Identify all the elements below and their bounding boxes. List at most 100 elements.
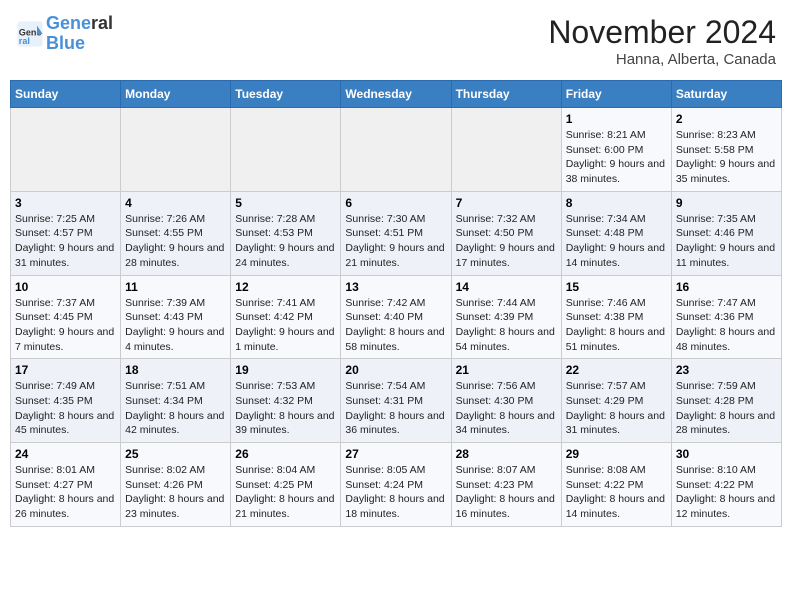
weekday-header: Wednesday [341, 81, 451, 108]
day-info: Sunrise: 7:32 AMSunset: 4:50 PMDaylight:… [456, 212, 557, 271]
calendar-day-cell: 11 Sunrise: 7:39 AMSunset: 4:43 PMDayligh… [121, 275, 231, 359]
weekday-header: Sunday [11, 81, 121, 108]
calendar-day-cell: 6Sunrise: 7:30 AMSunset: 4:51 PMDaylight… [341, 191, 451, 275]
day-number: 10 [15, 280, 116, 294]
calendar-day-cell: 29 Sunrise: 8:08 AMSunset: 4:22 PMDayligh… [561, 443, 671, 527]
calendar-day-cell: 15Sunrise: 7:46 AMSunset: 4:38 PMDayligh… [561, 275, 671, 359]
day-info: Sunrise: 7:51 AMSunset: 4:34 PMDaylight:… [125, 379, 226, 438]
logo: Gene ral GeneralBlue [16, 14, 113, 54]
location-title: Hanna, Alberta, Canada [548, 51, 776, 68]
day-info: Sunrise: 7:35 AMSunset: 4:46 PMDaylight:… [676, 212, 777, 271]
day-number: 9 [676, 196, 777, 210]
day-number: 12 [235, 280, 336, 294]
day-number: 2 [676, 112, 777, 126]
calendar-day-cell: 16Sunrise: 7:47 AMSunset: 4:36 PMDayligh… [671, 275, 781, 359]
day-info: Sunrise: 7:56 AMSunset: 4:30 PMDaylight:… [456, 379, 557, 438]
calendar-day-cell: 27 Sunrise: 8:05 AMSunset: 4:24 PMDayligh… [341, 443, 451, 527]
weekday-header: Monday [121, 81, 231, 108]
day-info: Sunrise: 7:49 AMSunset: 4:35 PMDaylight:… [15, 379, 116, 438]
day-number: 8 [566, 196, 667, 210]
weekday-header: Saturday [671, 81, 781, 108]
logo-text: GeneralBlue [46, 14, 113, 54]
calendar-week-row: 10 Sunrise: 7:37 AMSunset: 4:45 PMDayligh… [11, 275, 782, 359]
calendar-day-cell: 9 Sunrise: 7:35 AMSunset: 4:46 PMDaylight… [671, 191, 781, 275]
day-info: Sunrise: 8:21 AMSunset: 6:00 PMDaylight:… [566, 128, 667, 187]
day-number: 25 [125, 447, 226, 461]
day-number: 7 [456, 196, 557, 210]
calendar-day-cell: 18Sunrise: 7:51 AMSunset: 4:34 PMDayligh… [121, 359, 231, 443]
day-info: Sunrise: 8:04 AMSunset: 4:25 PMDaylight:… [235, 463, 336, 522]
day-info: Sunrise: 7:57 AMSunset: 4:29 PMDaylight:… [566, 379, 667, 438]
calendar-day-cell: 25 Sunrise: 8:02 AMSunset: 4:26 PMDayligh… [121, 443, 231, 527]
day-number: 28 [456, 447, 557, 461]
calendar-day-cell: 10 Sunrise: 7:37 AMSunset: 4:45 PMDayligh… [11, 275, 121, 359]
day-number: 4 [125, 196, 226, 210]
calendar-day-cell: 30 Sunrise: 8:10 AMSunset: 4:22 PMDayligh… [671, 443, 781, 527]
calendar-day-cell [11, 108, 121, 192]
weekday-header-row: SundayMondayTuesdayWednesdayThursdayFrid… [11, 81, 782, 108]
weekday-header: Thursday [451, 81, 561, 108]
calendar-day-cell [341, 108, 451, 192]
calendar-day-cell: 12 Sunrise: 7:41 AMSunset: 4:42 PMDayligh… [231, 275, 341, 359]
calendar-day-cell: 24 Sunrise: 8:01 AMSunset: 4:27 PMDayligh… [11, 443, 121, 527]
calendar-day-cell: 21 Sunrise: 7:56 AMSunset: 4:30 PMDayligh… [451, 359, 561, 443]
calendar-day-cell: 14 Sunrise: 7:44 AMSunset: 4:39 PMDayligh… [451, 275, 561, 359]
day-info: Sunrise: 8:23 AMSunset: 5:58 PMDaylight:… [676, 128, 777, 187]
day-info: Sunrise: 8:02 AMSunset: 4:26 PMDaylight:… [125, 463, 226, 522]
day-number: 26 [235, 447, 336, 461]
day-number: 27 [345, 447, 446, 461]
day-number: 6 [345, 196, 446, 210]
title-block: November 2024 Hanna, Alberta, Canada [548, 14, 776, 68]
calendar-day-cell: 22 Sunrise: 7:57 AMSunset: 4:29 PMDayligh… [561, 359, 671, 443]
calendar-day-cell: 5 Sunrise: 7:28 AMSunset: 4:53 PMDaylight… [231, 191, 341, 275]
calendar-table: SundayMondayTuesdayWednesdayThursdayFrid… [10, 80, 782, 527]
day-info: Sunrise: 7:41 AMSunset: 4:42 PMDaylight:… [235, 296, 336, 355]
day-info: Sunrise: 7:44 AMSunset: 4:39 PMDaylight:… [456, 296, 557, 355]
calendar-day-cell [451, 108, 561, 192]
calendar-day-cell: 4 Sunrise: 7:26 AMSunset: 4:55 PMDaylight… [121, 191, 231, 275]
day-number: 30 [676, 447, 777, 461]
day-info: Sunrise: 8:08 AMSunset: 4:22 PMDaylight:… [566, 463, 667, 522]
calendar-day-cell: 1 Sunrise: 8:21 AMSunset: 6:00 PMDaylight… [561, 108, 671, 192]
calendar-day-cell: 23Sunrise: 7:59 AMSunset: 4:28 PMDayligh… [671, 359, 781, 443]
day-info: Sunrise: 8:01 AMSunset: 4:27 PMDaylight:… [15, 463, 116, 522]
day-info: Sunrise: 7:25 AMSunset: 4:57 PMDaylight:… [15, 212, 116, 271]
calendar-week-row: 1 Sunrise: 8:21 AMSunset: 6:00 PMDaylight… [11, 108, 782, 192]
day-number: 19 [235, 363, 336, 377]
day-number: 22 [566, 363, 667, 377]
day-info: Sunrise: 7:59 AMSunset: 4:28 PMDaylight:… [676, 379, 777, 438]
calendar-day-cell: 3 Sunrise: 7:25 AMSunset: 4:57 PMDaylight… [11, 191, 121, 275]
day-info: Sunrise: 8:10 AMSunset: 4:22 PMDaylight:… [676, 463, 777, 522]
day-info: Sunrise: 7:39 AMSunset: 4:43 PMDaylight:… [125, 296, 226, 355]
day-info: Sunrise: 7:26 AMSunset: 4:55 PMDaylight:… [125, 212, 226, 271]
logo-icon: Gene ral [16, 20, 44, 48]
calendar-day-cell [231, 108, 341, 192]
day-info: Sunrise: 7:37 AMSunset: 4:45 PMDaylight:… [15, 296, 116, 355]
calendar-day-cell: 2 Sunrise: 8:23 AMSunset: 5:58 PMDaylight… [671, 108, 781, 192]
day-number: 29 [566, 447, 667, 461]
day-number: 1 [566, 112, 667, 126]
day-info: Sunrise: 7:42 AMSunset: 4:40 PMDaylight:… [345, 296, 446, 355]
day-info: Sunrise: 7:34 AMSunset: 4:48 PMDaylight:… [566, 212, 667, 271]
day-number: 24 [15, 447, 116, 461]
calendar-day-cell [121, 108, 231, 192]
day-number: 14 [456, 280, 557, 294]
day-info: Sunrise: 7:46 AMSunset: 4:38 PMDaylight:… [566, 296, 667, 355]
day-number: 21 [456, 363, 557, 377]
calendar-day-cell: 28 Sunrise: 8:07 AMSunset: 4:23 PMDayligh… [451, 443, 561, 527]
day-info: Sunrise: 8:07 AMSunset: 4:23 PMDaylight:… [456, 463, 557, 522]
day-info: Sunrise: 8:05 AMSunset: 4:24 PMDaylight:… [345, 463, 446, 522]
calendar-week-row: 17Sunrise: 7:49 AMSunset: 4:35 PMDayligh… [11, 359, 782, 443]
day-number: 13 [345, 280, 446, 294]
day-number: 3 [15, 196, 116, 210]
day-number: 11 [125, 280, 226, 294]
month-title: November 2024 [548, 14, 776, 51]
day-info: Sunrise: 7:54 AMSunset: 4:31 PMDaylight:… [345, 379, 446, 438]
svg-text:ral: ral [19, 36, 30, 46]
day-info: Sunrise: 7:28 AMSunset: 4:53 PMDaylight:… [235, 212, 336, 271]
day-info: Sunrise: 7:47 AMSunset: 4:36 PMDaylight:… [676, 296, 777, 355]
calendar-day-cell: 26 Sunrise: 8:04 AMSunset: 4:25 PMDayligh… [231, 443, 341, 527]
day-number: 5 [235, 196, 336, 210]
calendar-day-cell: 17Sunrise: 7:49 AMSunset: 4:35 PMDayligh… [11, 359, 121, 443]
weekday-header: Friday [561, 81, 671, 108]
